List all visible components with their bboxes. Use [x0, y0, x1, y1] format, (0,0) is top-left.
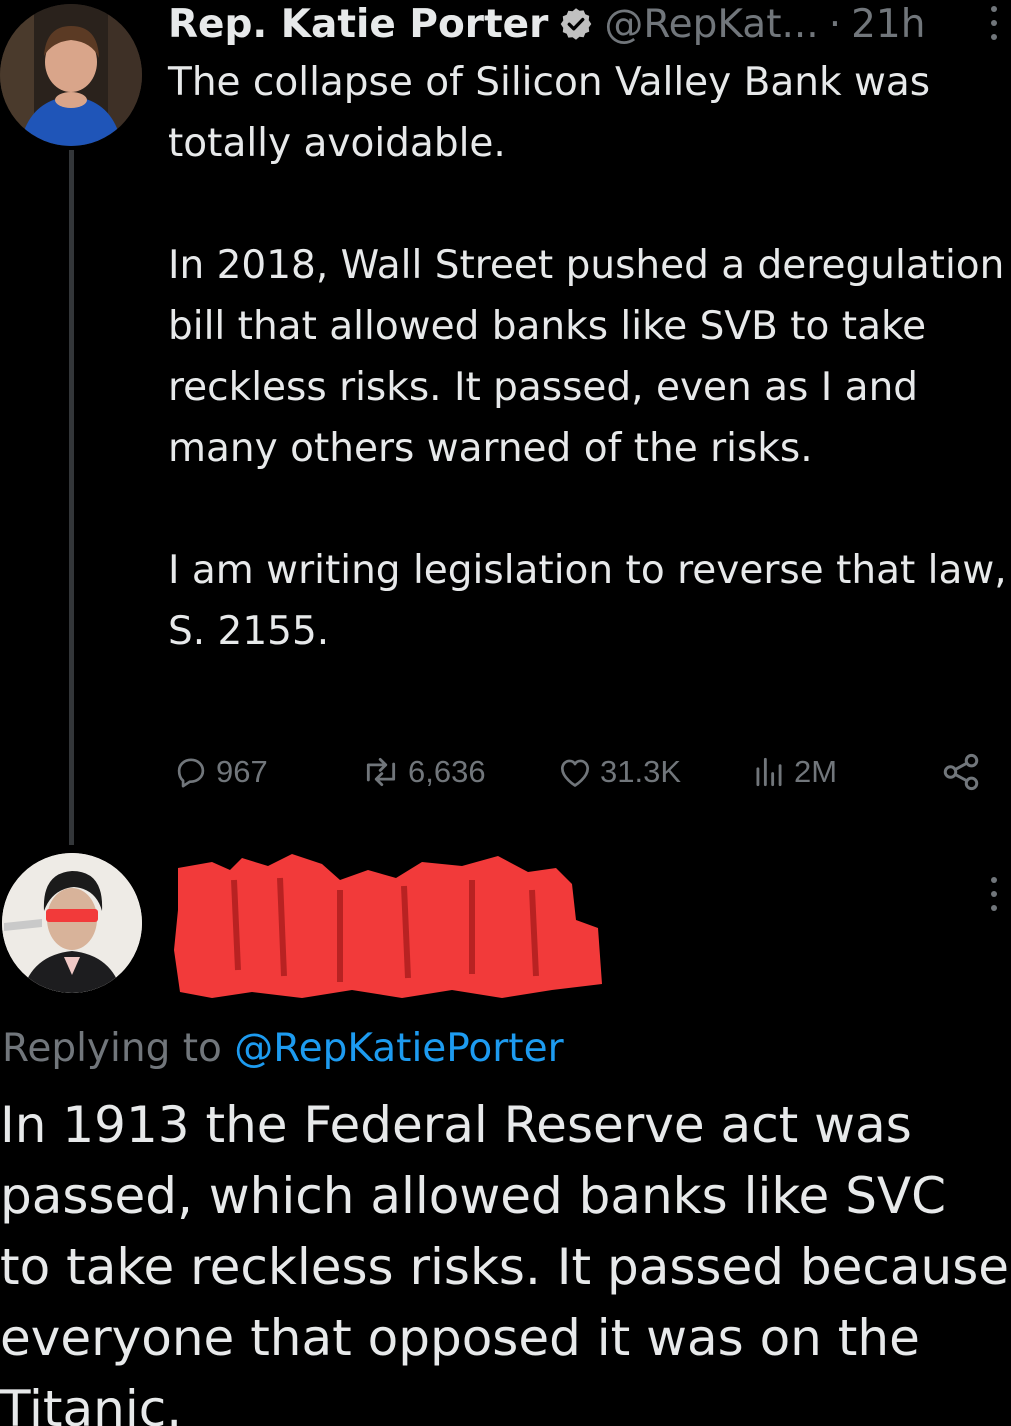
avatar-photo [0, 4, 142, 146]
views-button[interactable]: 2M [750, 750, 837, 794]
share-icon [943, 753, 979, 791]
share-button[interactable] [940, 750, 982, 794]
reply-icon [177, 758, 205, 788]
replying-to-label: Replying to [2, 1026, 222, 1071]
retweet-icon [366, 757, 396, 787]
tweet-paragraph: I am writing legislation to reverse that… [168, 548, 1007, 654]
heart-icon [560, 759, 590, 787]
reply-more-options-icon[interactable] [987, 877, 1001, 911]
separator-dot: · [828, 1, 842, 47]
reply-avatar[interactable] [2, 853, 142, 993]
views-chart-icon [756, 757, 782, 787]
reply-button[interactable]: 967 [172, 750, 268, 794]
avatar-photo [2, 853, 142, 993]
retweet-button[interactable]: 6,636 [360, 750, 486, 794]
redacted-username-scribble [174, 854, 602, 998]
verified-badge-icon [561, 8, 592, 40]
replying-to-line: Replying to @RepKatiePorter [2, 1024, 564, 1074]
tweet-actions: 967 6,636 31.3K 2M [172, 750, 1008, 794]
tweet-text: The collapse of Silicon Valley Bank was … [168, 52, 1011, 662]
views-count: 2M [794, 754, 838, 789]
like-button[interactable]: 31.3K [556, 750, 681, 794]
reply-count: 967 [216, 754, 268, 789]
retweet-count: 6,636 [408, 754, 486, 789]
tweet-paragraph: In 2018, Wall Street pushed a deregulati… [168, 243, 1005, 471]
author-name[interactable]: Rep. Katie Porter [168, 2, 548, 47]
thread-line [69, 150, 74, 845]
tweet-header: Rep. Katie Porter @RepKat... · 21h [168, 0, 925, 48]
like-count: 31.3K [600, 754, 682, 789]
replying-to-mention[interactable]: @RepKatiePorter [234, 1026, 563, 1071]
more-options-icon[interactable] [984, 6, 1004, 40]
tweet-time[interactable]: 21h [851, 2, 925, 47]
reply-text: In 1913 the Federal Reserve act was pass… [0, 1096, 1010, 1426]
tweet-paragraph: The collapse of Silicon Valley Bank was … [168, 60, 931, 166]
author-avatar[interactable] [0, 4, 142, 146]
author-handle[interactable]: @RepKat... [604, 2, 818, 47]
